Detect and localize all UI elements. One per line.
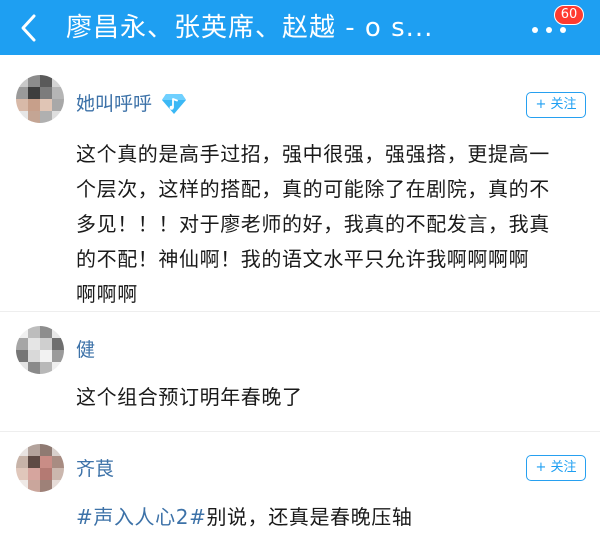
comment-line: 多见！！！对于廖老师的好，我真的不配发言，我真	[76, 212, 550, 236]
comment-line: 这个组合预订明年春晚了	[76, 385, 303, 409]
comment-item: 健 这个组合预订明年春晚了	[0, 312, 600, 432]
comment-text: 这个真的是高手过招，强中很强，强强搭，更提高一 个层次，这样的搭配，真的可能除了…	[76, 137, 586, 312]
comment-line: #声入人心2#别说，还真是春晚压轴	[76, 500, 586, 535]
page-title: 廖昌永、张英席、赵越 - o s...	[66, 13, 434, 43]
username[interactable]: 健	[76, 337, 95, 363]
comment-text: 这个组合预订明年春晚了	[76, 380, 586, 415]
follow-button[interactable]: + 关注	[526, 92, 586, 118]
comment-item: 她叫呼呼 + 关注 这个真的是高手过招，强中很强，强强搭，更提高一 个层次，这样…	[0, 55, 600, 312]
avatar[interactable]	[16, 444, 64, 492]
avatar[interactable]	[16, 75, 64, 123]
more-dot	[560, 27, 566, 33]
comment-line: 这个真的是高手过招，强中很强，强强搭，更提高一	[76, 142, 550, 166]
more-dots-icon	[532, 27, 538, 33]
avatar[interactable]	[16, 326, 64, 374]
back-button[interactable]	[10, 8, 50, 48]
more-dot	[546, 27, 552, 33]
comment-line: 啊啊啊	[76, 282, 138, 306]
comment-line: 的不配！神仙啊！我的语文水平只允许我啊啊啊啊	[76, 247, 530, 271]
username[interactable]: 她叫呼呼	[76, 91, 152, 117]
notification-badge: 60	[554, 5, 584, 25]
comment-text: #声入人心2#别说，还真是春晚压轴	[76, 500, 586, 535]
chevron-left-icon	[21, 14, 36, 42]
comment-item: 齐茛 + 关注 #声入人心2#别说，还真是春晚压轴	[0, 432, 600, 540]
hashtag-link[interactable]: #声入人心2#	[76, 505, 206, 529]
comment-line: 个层次，这样的搭配，真的可能除了在剧院，真的不	[76, 177, 550, 201]
follow-button[interactable]: + 关注	[526, 455, 586, 481]
music-diamond-icon	[162, 94, 186, 114]
comment-text-rest: 别说，还真是春晚压轴	[206, 505, 413, 529]
username[interactable]: 齐茛	[76, 456, 114, 482]
top-bar: 廖昌永、张英席、赵越 - o s... 60	[0, 0, 600, 55]
